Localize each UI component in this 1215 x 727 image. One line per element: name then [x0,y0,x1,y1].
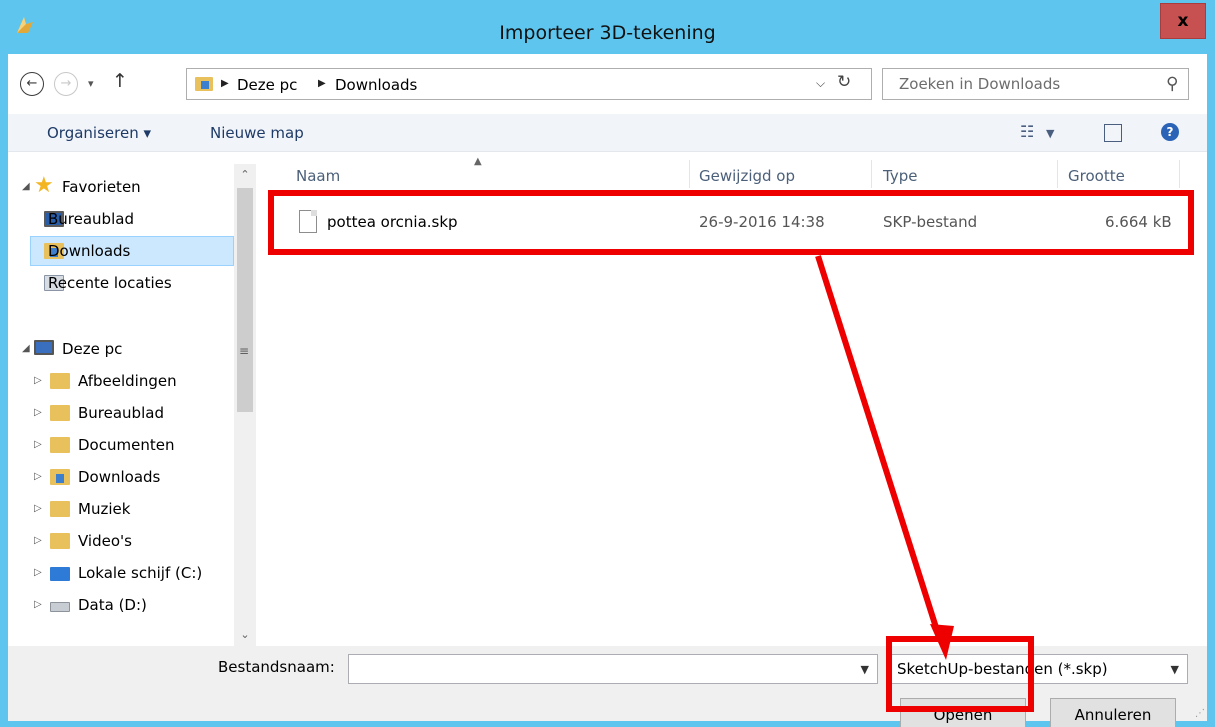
filename-input[interactable]: ▼ [348,654,878,684]
help-icon[interactable]: ? [1161,123,1179,141]
dialog-client-area: ← → ▾ ↑ ▶ Deze pc ▶ Downloads ⌵ ↻ Zoeken… [8,54,1207,727]
column-header-modified[interactable]: Gewijzigd op [699,167,795,185]
forward-button[interactable]: → [54,72,78,96]
search-icon[interactable]: ⚲ [1166,74,1178,94]
expand-triangle-icon[interactable]: ▷ [34,599,42,610]
tree-label: Afbeeldingen [78,372,177,390]
tree-item-local-disk-c[interactable]: ▷ Lokale schijf (C:) [8,558,234,588]
address-history-chevron-icon[interactable]: ⌵ [816,76,825,91]
title-bar[interactable]: Importeer 3D-tekening x [0,0,1215,54]
back-button[interactable]: ← [20,72,44,96]
breadcrumb-this-pc[interactable]: Deze pc [237,76,297,94]
expand-triangle-icon[interactable]: ▷ [34,471,42,482]
expand-triangle-icon[interactable]: ▷ [34,439,42,450]
tree-label: Deze pc [62,340,123,358]
tree-label: Data (D:) [78,596,147,614]
view-options-icon[interactable]: ☷ [1020,122,1034,141]
preview-pane-icon[interactable] [1104,124,1122,142]
system-drive-icon [50,567,70,581]
close-button[interactable]: x [1160,3,1206,39]
tree-item-documents[interactable]: ▷ Documenten [8,430,234,460]
tree-item-favorites-downloads[interactable]: Downloads [30,236,234,266]
star-icon: ★ [34,173,54,198]
breadcrumb-arrow-icon[interactable]: ▶ [318,78,326,89]
expand-triangle-icon[interactable]: ▷ [34,503,42,514]
scroll-up-arrow-icon[interactable]: ⌃ [234,164,256,186]
tree-item-pictures[interactable]: ▷ Afbeeldingen [8,366,234,396]
videos-folder-icon [50,533,70,549]
cancel-button[interactable]: Annuleren [1050,698,1176,727]
recent-locations-dropdown[interactable]: ▾ [88,77,94,90]
new-folder-button[interactable]: Nieuwe map [210,124,304,142]
scrollbar-thumb[interactable] [237,188,253,412]
documents-folder-icon [50,437,70,453]
tree-item-this-pc[interactable]: ◢ Deze pc [8,334,234,364]
tree-label: Video's [78,532,132,550]
up-button[interactable]: ↑ [112,70,128,92]
address-bar[interactable]: ▶ Deze pc ▶ Downloads [186,68,872,100]
tree-item-recent-locations[interactable]: Recente locaties [30,268,234,298]
organize-button[interactable]: Organiseren ▾ [47,124,151,142]
column-divider[interactable] [1057,160,1058,188]
highlight-box-open-button [886,636,1034,712]
column-header-name[interactable]: Naam [296,167,340,185]
tree-label: Downloads [48,242,131,260]
navigation-bar: ← → ▾ ↑ ▶ Deze pc ▶ Downloads ⌵ ↻ Zoeken… [8,54,1207,114]
expand-triangle-icon[interactable]: ▷ [34,407,42,418]
downloads-folder-icon [50,469,70,485]
chevron-down-icon[interactable]: ▼ [1171,663,1179,676]
collapse-triangle-icon[interactable]: ◢ [22,181,30,192]
pictures-folder-icon [50,373,70,389]
breadcrumb-downloads[interactable]: Downloads [335,76,417,94]
sort-ascending-icon: ▲ [474,156,482,167]
tree-label: Lokale schijf (C:) [78,564,203,582]
tree-item-desktop[interactable]: ▷ Bureaublad [8,398,234,428]
refresh-icon[interactable]: ↻ [837,72,851,92]
tree-label: Bureaublad [48,210,134,228]
column-divider[interactable] [689,160,690,188]
tree-label: Downloads [78,468,161,486]
tree-label: Muziek [78,500,131,518]
navigation-pane-scrollbar[interactable]: ⌃ ≡ ⌄ [234,164,256,646]
tree-item-data-d[interactable]: ▷ Data (D:) [8,590,234,620]
tree-item-favorites-desktop[interactable]: Bureaublad [30,204,234,234]
column-divider[interactable] [871,160,872,188]
column-divider[interactable] [1179,160,1180,188]
breadcrumb-arrow-icon[interactable]: ▶ [221,78,229,89]
expand-triangle-icon[interactable]: ▷ [34,567,42,578]
view-dropdown-chevron-icon[interactable]: ▼ [1046,127,1054,140]
column-header-size[interactable]: Grootte [1068,167,1125,185]
tree-item-favorites[interactable]: ◢ ★ Favorieten [8,172,234,202]
tree-item-videos[interactable]: ▷ Video's [8,526,234,556]
window-title: Importeer 3D-tekening [499,22,716,44]
collapse-triangle-icon[interactable]: ◢ [22,343,30,354]
music-folder-icon [50,501,70,517]
chevron-down-icon[interactable]: ▼ [861,663,869,676]
downloads-folder-icon [195,77,213,91]
desktop-folder-icon [50,405,70,421]
tree-item-downloads[interactable]: ▷ Downloads [8,462,234,492]
computer-icon [34,340,54,355]
tree-label: Documenten [78,436,175,454]
tree-label: Favorieten [62,178,141,196]
highlight-box-file-row [268,190,1194,255]
resize-grip-icon[interactable]: ⋰ [1195,708,1205,719]
tree-label: Recente locaties [48,274,172,292]
scroll-down-arrow-icon[interactable]: ⌄ [234,624,256,646]
column-header-type[interactable]: Type [883,167,917,185]
search-input[interactable]: Zoeken in Downloads ⚲ [882,68,1189,100]
tree-item-music[interactable]: ▷ Muziek [8,494,234,524]
scroll-grip-icon: ≡ [239,344,250,358]
navigation-pane: ◢ ★ Favorieten Bureaublad Downloads Rece… [8,152,258,646]
tree-label: Bureaublad [78,404,164,422]
filename-label: Bestandsnaam: [218,658,335,676]
drive-icon [50,602,70,612]
search-placeholder: Zoeken in Downloads [899,75,1061,93]
expand-triangle-icon[interactable]: ▷ [34,535,42,546]
expand-triangle-icon[interactable]: ▷ [34,375,42,386]
import-dialog-window: Importeer 3D-tekening x ← → ▾ ↑ ▶ Deze p… [0,0,1215,727]
command-toolbar: Organiseren ▾ Nieuwe map ☷ ▼ ? [8,114,1207,152]
